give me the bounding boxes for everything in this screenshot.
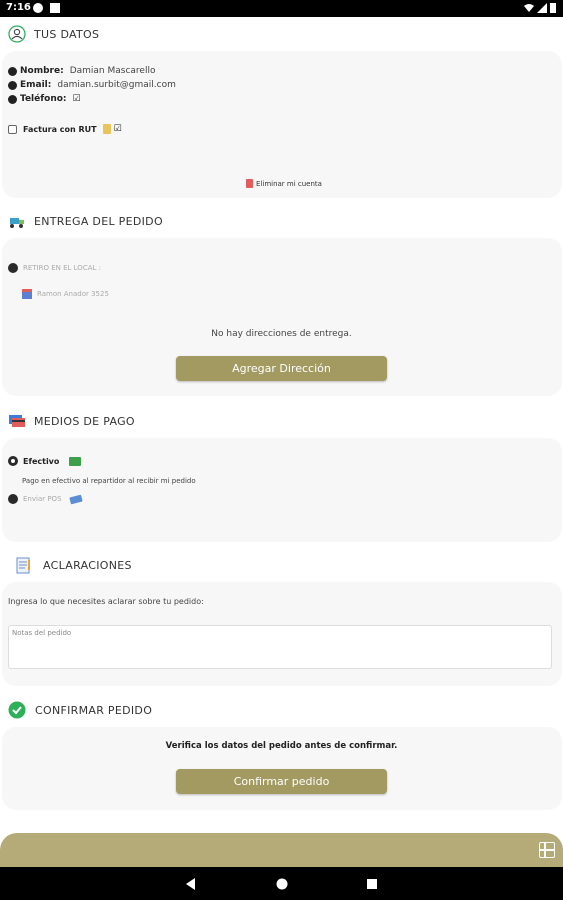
email-row: Email: damian.surbit@gmail.com	[8, 80, 176, 90]
efectivo-option[interactable]: Efectivo	[8, 456, 82, 466]
bottom-action-bar[interactable]	[0, 833, 563, 867]
notas-placeholder: Notas del pedido	[12, 629, 72, 637]
at-icon	[8, 80, 17, 90]
local-address-row: Ramon Anador 3525	[22, 289, 109, 299]
no-address-message: No hay direcciones de entrega.	[211, 329, 352, 339]
pos-label: Enviar POS	[23, 495, 62, 503]
email-value: damian.surbit@gmail.com	[57, 80, 176, 90]
telefono-label: Teléfono:	[20, 94, 67, 104]
efectivo-radio[interactable]	[8, 456, 18, 466]
confirmar-message: Verifica los datos del pedido antes de c…	[165, 741, 398, 751]
factura-row: Factura con RUT ☑	[8, 124, 122, 134]
person-icon	[8, 66, 17, 76]
confirmar-title: CONFIRMAR PEDIDO	[35, 703, 153, 717]
credit-cards-icon	[8, 412, 26, 430]
aclaraciones-prompt: Ingresa lo que necesites aclarar sobre t…	[8, 597, 204, 606]
eliminar-cuenta-label: Eliminar mi cuenta	[256, 179, 322, 188]
back-icon[interactable]	[185, 878, 197, 890]
trash-icon	[246, 179, 253, 188]
sd-card-icon	[50, 3, 60, 13]
entrega-title: ENTREGA DEL PEDIDO	[34, 214, 163, 228]
signal-icon	[537, 3, 547, 13]
pago-title: MEDIOS DE PAGO	[34, 414, 135, 428]
grid-icon[interactable]	[539, 842, 555, 858]
retiro-label: RETIRO EN EL LOCAL :	[23, 264, 101, 272]
phone-icon	[8, 94, 17, 104]
section-aclaraciones: ACLARACIONES	[14, 556, 132, 574]
notepad-icon	[14, 556, 32, 574]
aclaraciones-title: ACLARACIONES	[43, 558, 132, 572]
store-icon	[22, 289, 32, 299]
battery-icon	[550, 3, 556, 13]
telefono-row: Teléfono: ☑	[8, 94, 81, 104]
nombre-value: Damian Mascarello	[69, 66, 156, 76]
notification-icon	[33, 3, 43, 13]
pos-card-icon	[68, 494, 83, 504]
section-pago: MEDIOS DE PAGO	[8, 412, 135, 430]
pos-option[interactable]: Enviar POS	[8, 494, 83, 504]
section-tus-datos: TUS DATOS	[8, 25, 99, 43]
tus-datos-title: TUS DATOS	[34, 27, 100, 41]
factura-label: Factura con RUT	[23, 124, 97, 134]
factura-checkbox[interactable]	[8, 124, 17, 134]
confirm-order-button[interactable]: Confirmar pedido	[176, 769, 387, 794]
pago-card	[2, 438, 562, 542]
check-circle-icon	[8, 701, 26, 719]
local-address: Ramon Anador 3525	[37, 290, 109, 298]
email-label: Email:	[20, 80, 52, 90]
notas-pedido-input[interactable]: Notas del pedido	[8, 625, 552, 669]
status-time: 7:16	[6, 2, 31, 13]
edit-factura-icon[interactable]: ☑	[114, 124, 122, 134]
system-nav-bar	[0, 867, 563, 900]
edit-telefono-icon[interactable]: ☑	[73, 94, 81, 104]
cash-icon	[69, 456, 82, 466]
home-icon[interactable]	[276, 878, 288, 890]
status-bar: 7:16	[0, 0, 563, 17]
eliminar-cuenta-link[interactable]: Eliminar mi cuenta	[246, 179, 322, 188]
recents-icon[interactable]	[367, 879, 377, 889]
retiro-local-option[interactable]: RETIRO EN EL LOCAL :	[8, 263, 101, 273]
document-icon	[102, 124, 111, 134]
nombre-label: Nombre:	[20, 66, 64, 76]
section-confirmar: CONFIRMAR PEDIDO	[8, 701, 152, 719]
section-entrega: ENTREGA DEL PEDIDO	[8, 212, 163, 230]
pos-radio[interactable]	[8, 494, 18, 504]
efectivo-label: Efectivo	[23, 456, 60, 466]
add-address-button[interactable]: Agregar Dirección	[176, 356, 387, 381]
retiro-radio[interactable]	[8, 263, 18, 273]
user-circle-icon	[8, 25, 26, 43]
wifi-icon	[524, 4, 534, 12]
delivery-scooter-icon	[8, 212, 26, 230]
nombre-row: Nombre: Damian Mascarello	[8, 66, 155, 76]
efectivo-description: Pago en efectivo al repartidor al recibi…	[22, 477, 196, 485]
